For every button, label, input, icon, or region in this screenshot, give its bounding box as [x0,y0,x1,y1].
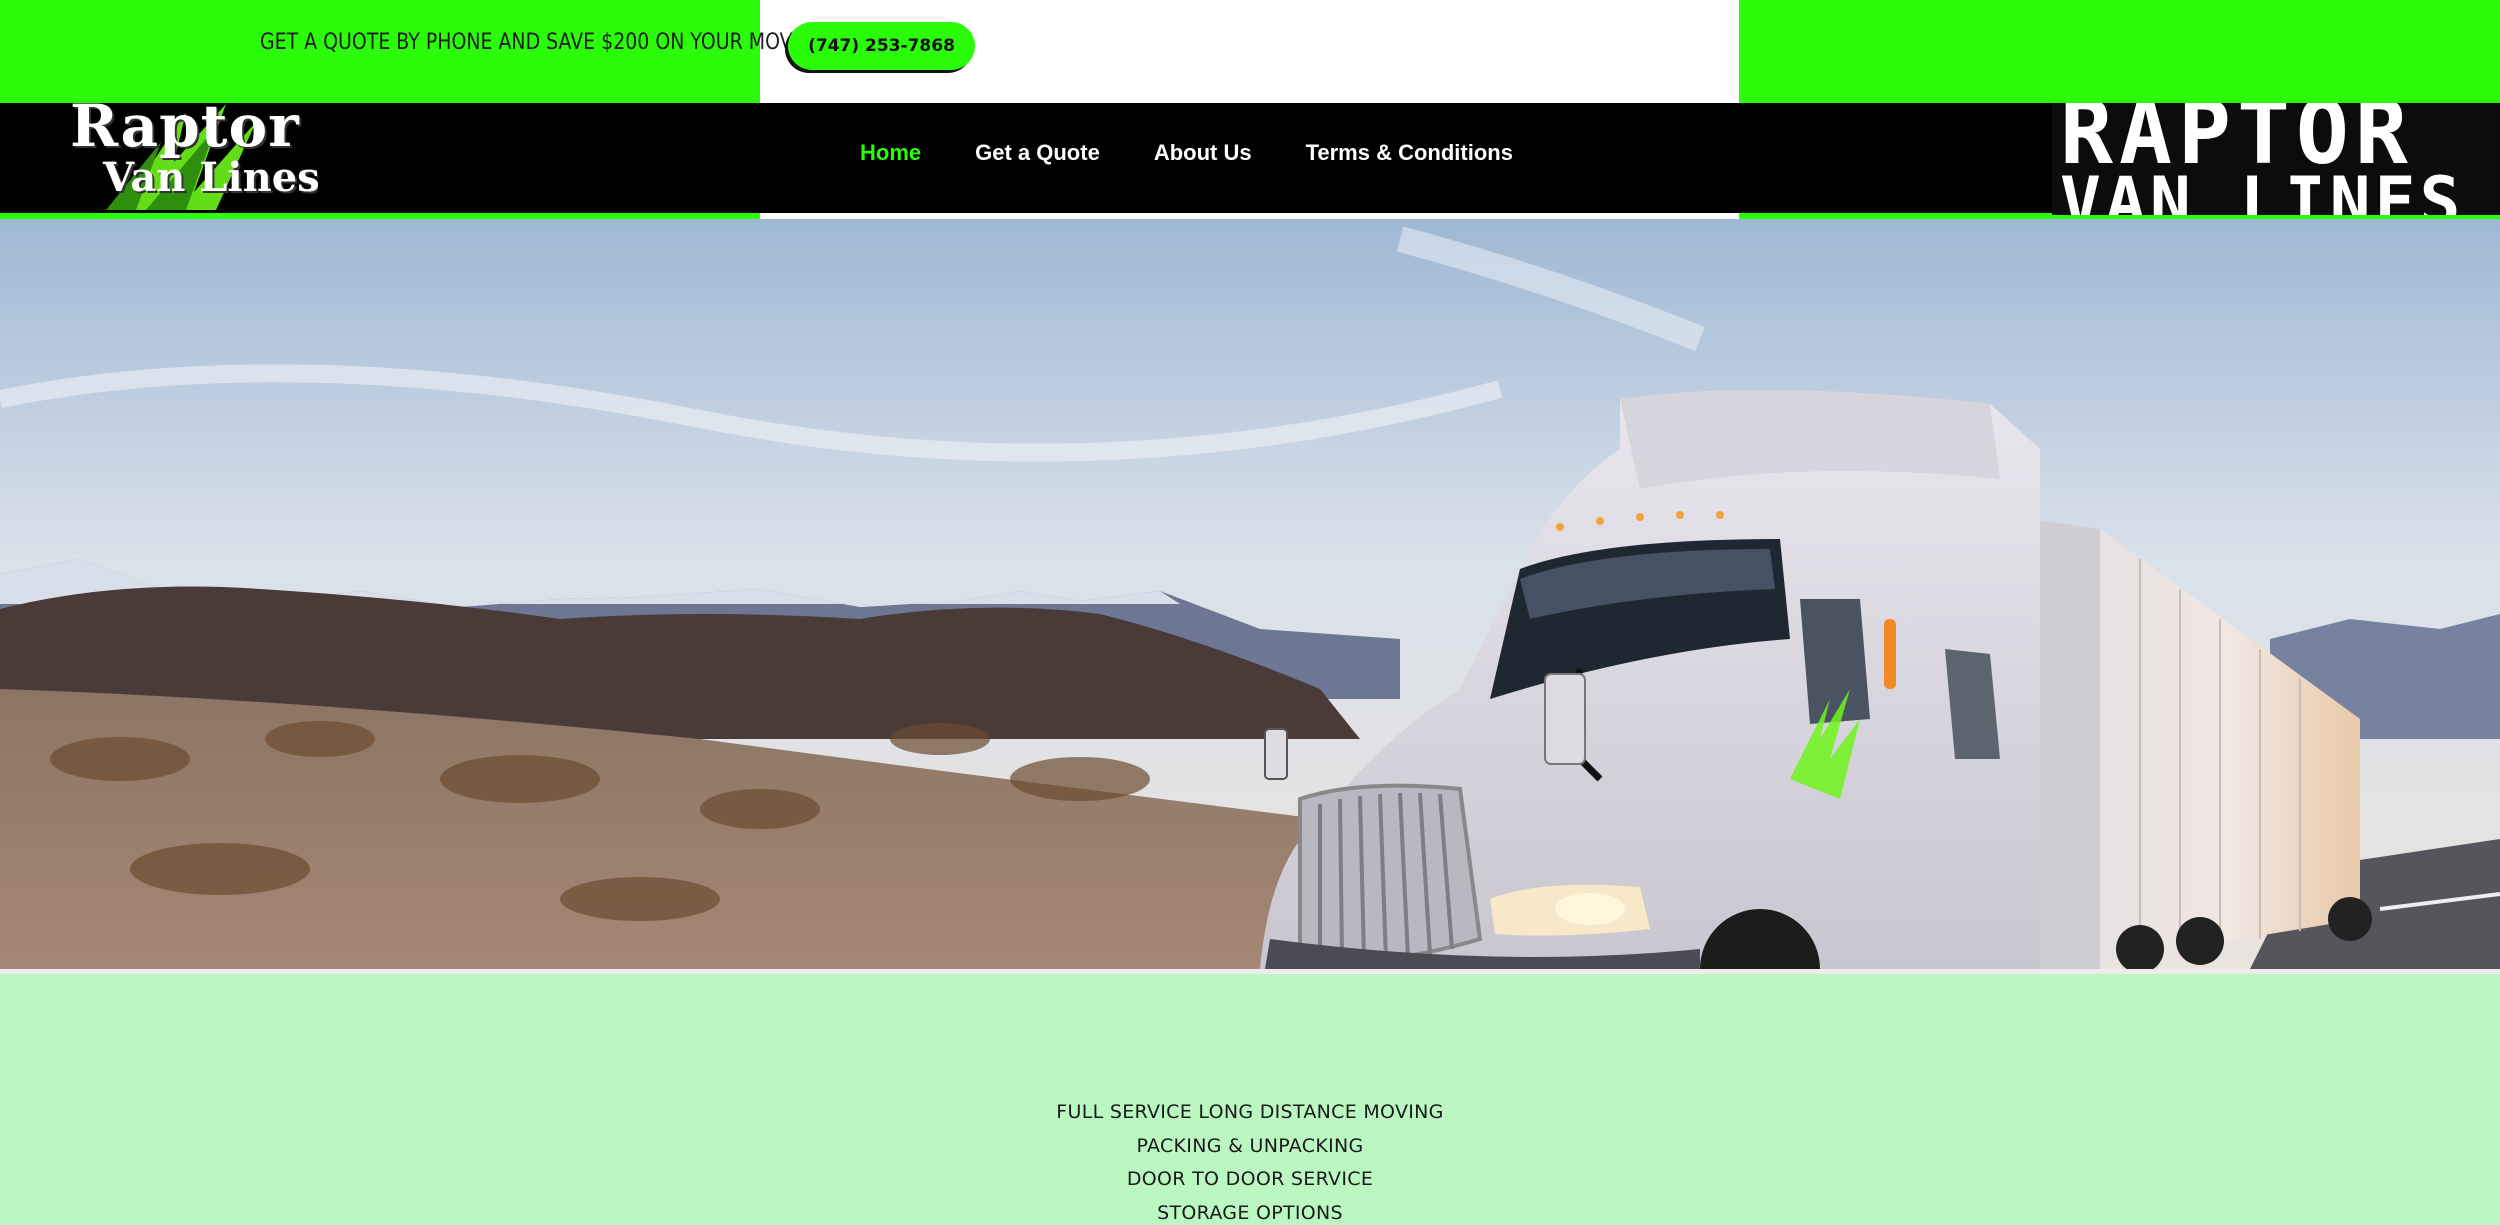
promo-text: GET A QUOTE BY PHONE AND SAVE $200 ON YO… [260,30,805,55]
services-list: FULL SERVICE LONG DISTANCE MOVING PACKIN… [0,1096,2500,1225]
promo-bar: GET A QUOTE BY PHONE AND SAVE $200 ON YO… [0,0,2500,103]
service-item-door-to-door: DOOR TO DOOR SERVICE [1126,1168,1374,1190]
services-section: FULL SERVICE LONG DISTANCE MOVING PACKIN… [0,974,2500,1225]
phone-call-button[interactable]: (747) 253-7868 [788,22,975,70]
truck-landscape-illustration [0,219,2500,969]
service-item-long-distance: FULL SERVICE LONG DISTANCE MOVING [1056,1101,1444,1123]
hero-image [0,219,2500,969]
page: GET A QUOTE BY PHONE AND SAVE $200 ON YO… [0,0,2500,1225]
nav-item-home[interactable]: Home [860,140,921,166]
wordmark-van-lines: VAN LINES [2060,163,2465,215]
nav-item-about-us[interactable]: About Us [1154,140,1252,166]
nav-item-get-a-quote[interactable]: Get a Quote [975,140,1100,166]
site-logo[interactable]: Raptor Van Lines [48,90,318,215]
service-item-storage: STORAGE OPTIONS [1157,1201,1343,1224]
logo-text-van-lines: Van Lines [103,154,318,201]
nav-item-terms-conditions[interactable]: Terms & Conditions [1306,140,1513,166]
service-item-packing: PACKING & UNPACKING [1136,1134,1364,1157]
brand-wordmark: RAPTOR VAN LINES [2052,103,2500,215]
main-nav: Home Get a Quote About Us Terms & Condit… [860,103,1513,203]
logo-text-raptor: Raptor [70,92,300,160]
